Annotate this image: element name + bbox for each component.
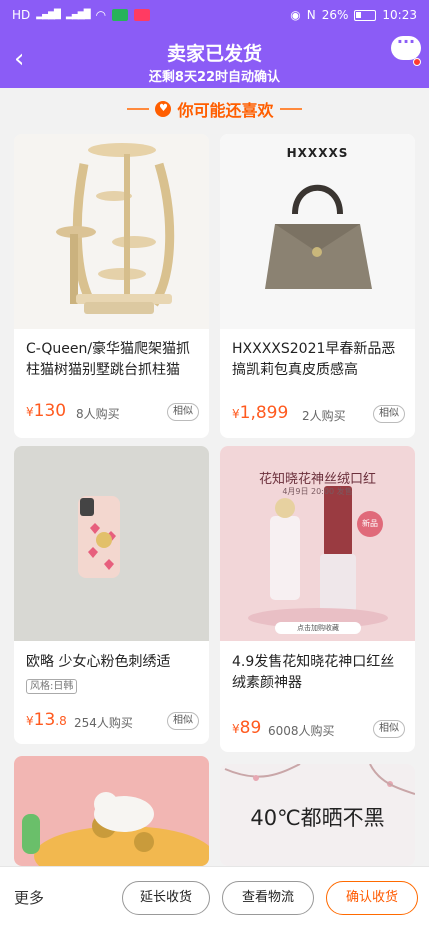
- signal-icon: ▂▄▆█: [36, 10, 61, 20]
- page-title: 卖家已发货: [166, 43, 262, 65]
- similar-button[interactable]: 相似: [167, 712, 199, 730]
- wifi-icon: ◠: [95, 8, 107, 22]
- battery-icon: [354, 9, 377, 21]
- buyer-count: 2人购买: [302, 409, 346, 423]
- buyer-count: 254人购买: [74, 716, 133, 730]
- product-image-phone-case[interactable]: [14, 446, 209, 641]
- product-card[interactable]: HXXXXS HXXXXS2021早春新品恶搞凯莉包真皮质感高 ¥1,899 2…: [220, 134, 415, 438]
- app-notification-icon: [112, 9, 129, 21]
- product-image-sunscreen[interactable]: 40℃都晒不黑: [220, 764, 415, 866]
- product-card[interactable]: [14, 756, 209, 866]
- buyer-count: 6008人购买: [268, 724, 335, 738]
- notification-dot: [413, 58, 421, 66]
- new-badge: 新品: [362, 519, 378, 528]
- product-image-lipstick[interactable]: 花知晓花神丝绒口红 4月9日 20:00 发售 新品 点击加购收藏: [220, 446, 415, 641]
- product-name: HXXXXS2021早春新品恶搞凯莉包真皮质感高: [232, 341, 396, 378]
- image-subline: 4月9日 20:00 发售: [282, 487, 353, 496]
- confirm-receipt-button[interactable]: 确认收货: [326, 881, 418, 915]
- image-headline: 花知晓花神丝绒口红: [258, 472, 376, 487]
- network-label: HD: [12, 8, 31, 22]
- section-title: 你可能还喜欢: [177, 101, 274, 120]
- product-name: 4.9发售花知晓花神口红丝绒素颜神器: [232, 654, 395, 691]
- clock: 10:23: [382, 8, 417, 22]
- bottom-action-bar: 更多 延长收货 查看物流 确认收货: [0, 866, 429, 928]
- more-button[interactable]: 更多: [14, 887, 44, 908]
- product-price: ¥130: [26, 401, 67, 421]
- buyer-count: 8人购买: [76, 407, 120, 421]
- image-brand-text: HXXXXS: [286, 146, 349, 160]
- product-card[interactable]: 欧略 少女心粉色刺绣适 风格:日韩 ¥13.8 254人购买 相似: [14, 446, 209, 744]
- app-notification-icon-2: [134, 9, 151, 21]
- product-card[interactable]: 40℃都晒不黑: [220, 764, 415, 866]
- product-card[interactable]: 花知晓花神丝绒口红 4月9日 20:00 发售 新品 点击加购收藏 4.9发售花…: [220, 446, 415, 752]
- product-card[interactable]: C-Queen/豪华猫爬架猫抓柱猫树猫别墅跳台抓柱猫 ¥130 8人购买 相似: [14, 134, 209, 438]
- header: ‹ 卖家已发货 还剩8天22时自动确认: [0, 30, 429, 88]
- product-name: 欧略 少女心粉色刺绣适: [26, 654, 171, 670]
- product-price: ¥89: [232, 718, 262, 738]
- view-logistics-button[interactable]: 查看物流: [222, 881, 314, 915]
- image-headline: 40℃都晒不黑: [250, 806, 385, 830]
- similar-button[interactable]: 相似: [167, 403, 199, 421]
- similar-button[interactable]: 相似: [373, 720, 405, 738]
- similar-button[interactable]: 相似: [373, 405, 405, 423]
- heart-icon: ♥: [155, 101, 172, 117]
- extend-receipt-button[interactable]: 延长收货: [122, 881, 210, 915]
- message-icon[interactable]: [391, 32, 421, 60]
- product-image-handbag[interactable]: HXXXXS: [220, 134, 415, 329]
- page-subtitle: 还剩8天22时自动确认: [148, 70, 281, 85]
- status-bar: HD ▂▄▆█ ▂▄▆█ ◠ ◉ N 26% 10:23: [0, 0, 429, 30]
- image-cta: 点击加购收藏: [275, 622, 361, 634]
- nfc-icon: N: [306, 8, 316, 22]
- product-image-cat-bed[interactable]: [14, 756, 209, 866]
- product-name: C-Queen/豪华猫爬架猫抓柱猫树猫别墅跳台抓柱猫: [26, 341, 191, 378]
- eye-icon: ◉: [290, 8, 301, 22]
- style-tag: 风格:日韩: [26, 679, 78, 694]
- divider-right: [279, 108, 302, 110]
- battery-percent: 26%: [321, 8, 349, 22]
- product-image-cat-tree[interactable]: [14, 134, 209, 329]
- divider-left: [127, 108, 150, 110]
- recommend-section-title: ♥ 你可能还喜欢: [0, 96, 429, 122]
- product-price: ¥13.8: [26, 710, 67, 730]
- product-price: ¥1,899: [232, 403, 289, 423]
- signal-icon-2: ▂▄▆█: [65, 10, 91, 20]
